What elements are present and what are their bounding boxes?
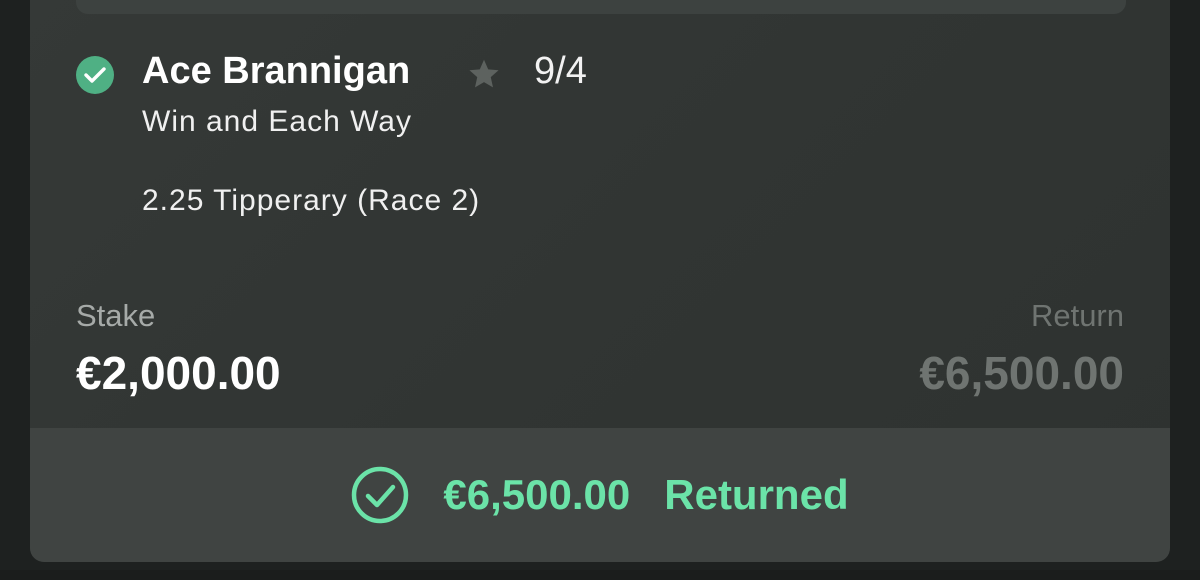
star-icon[interactable] (466, 56, 502, 92)
returned-amount: €6,500.00 (443, 471, 631, 518)
check-circle-outline-icon (352, 466, 409, 524)
check-circle-icon (76, 56, 114, 94)
stake-value: €2,000.00 (76, 347, 281, 399)
return-label: Return (1030, 298, 1124, 333)
return-value: €6,500.00 (919, 347, 1124, 399)
odds: 9/4 (534, 50, 587, 92)
page-bottom-edge (0, 570, 1200, 580)
returned-banner: €6,500.00 Returned (30, 428, 1170, 562)
selection-name: Ace Brannigan (142, 50, 411, 92)
bet-receipt-card: Ace Brannigan 9/4 Win and Each Way 2.25 … (30, 0, 1170, 562)
previous-card-strip (76, 0, 1126, 14)
event-name: 2.25 Tipperary (Race 2) (142, 184, 481, 217)
returned-label: Returned (664, 471, 849, 518)
market-type: Win and Each Way (142, 105, 412, 138)
stake-label: Stake (76, 298, 156, 333)
